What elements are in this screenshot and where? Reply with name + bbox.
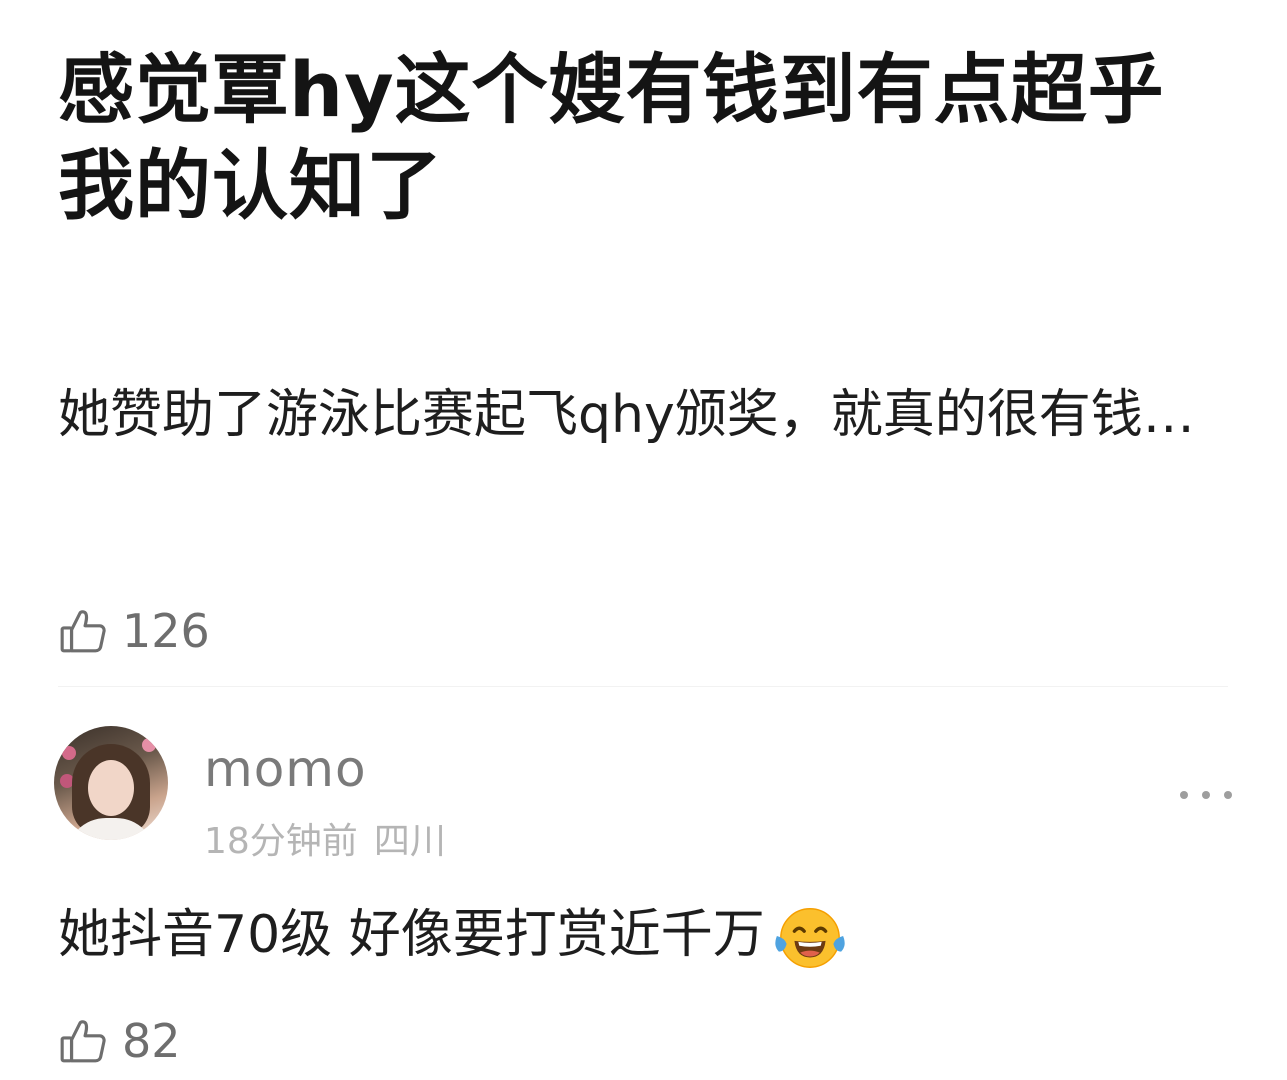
thumbs-up-icon [60,610,106,653]
comment-like-count: 82 [122,1014,181,1068]
comment-like-button[interactable]: 82 [58,1014,181,1068]
comment-time: 18分钟前 [204,821,358,862]
comment-location: 四川 [373,821,446,862]
avatar-flower [62,746,76,760]
comment-text: 她抖音70级 好像要打赏近千万 [58,900,1248,975]
avatar-flower [142,738,156,752]
more-dots-icon[interactable] [1180,788,1232,802]
comment-meta: 18分钟前 四川 [204,812,446,864]
avatar-face [88,760,134,816]
thumbs-up-icon [60,1020,106,1063]
post-body: 她赞助了游泳比赛起飞qhy颁奖，就真的很有钱… [58,385,1195,445]
post-like-count: 126 [122,604,210,658]
post-like-button[interactable]: 126 [58,604,210,658]
section-divider [58,686,1228,687]
face-with-tears-of-joy-emoji [775,908,845,968]
post-title: 感觉覃hy这个嫂有钱到有点超乎我的认知了 [58,45,1165,230]
avatar[interactable] [54,726,168,840]
comment-text-content: 她抖音70级 好像要打赏近千万 [58,905,765,965]
comment-username[interactable]: momo [204,740,367,798]
